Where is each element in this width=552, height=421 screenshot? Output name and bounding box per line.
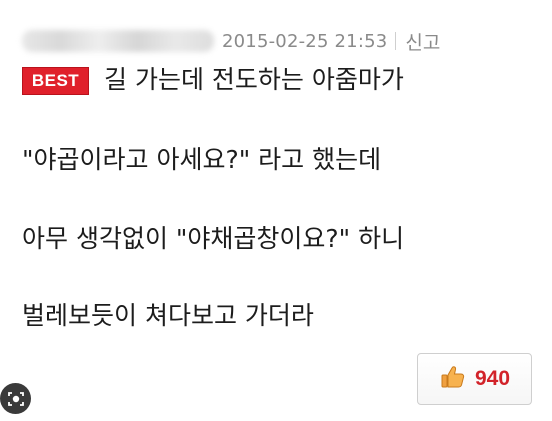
meta-divider xyxy=(395,32,397,50)
camera-lens-icon[interactable] xyxy=(0,383,31,414)
report-link[interactable]: 신고 xyxy=(405,28,440,55)
comment-card: 2015-02-25 21:53 신고 BEST 길 가는데 전도하는 아줌마가… xyxy=(0,0,552,421)
comment-text-line-4: 벌레보듯이 쳐다보고 가더라 xyxy=(22,301,314,330)
like-button[interactable]: 940 xyxy=(417,353,532,405)
comment-timestamp: 2015-02-25 21:53 xyxy=(222,30,388,52)
comment-text-line-1: 길 가는데 전도하는 아줌마가 xyxy=(104,65,404,94)
thumbs-up-icon xyxy=(439,363,475,395)
like-count: 940 xyxy=(474,367,511,390)
comment-text-line-2: "야곱이라고 아세요?" 라고 했는데 xyxy=(22,145,382,174)
comment-meta: 2015-02-25 21:53 신고 xyxy=(22,26,440,56)
comment-text-line-3: 아무 생각없이 "야채곱창이요?" 하니 xyxy=(22,224,405,253)
username-blurred xyxy=(22,30,214,52)
best-badge: BEST xyxy=(22,67,89,95)
